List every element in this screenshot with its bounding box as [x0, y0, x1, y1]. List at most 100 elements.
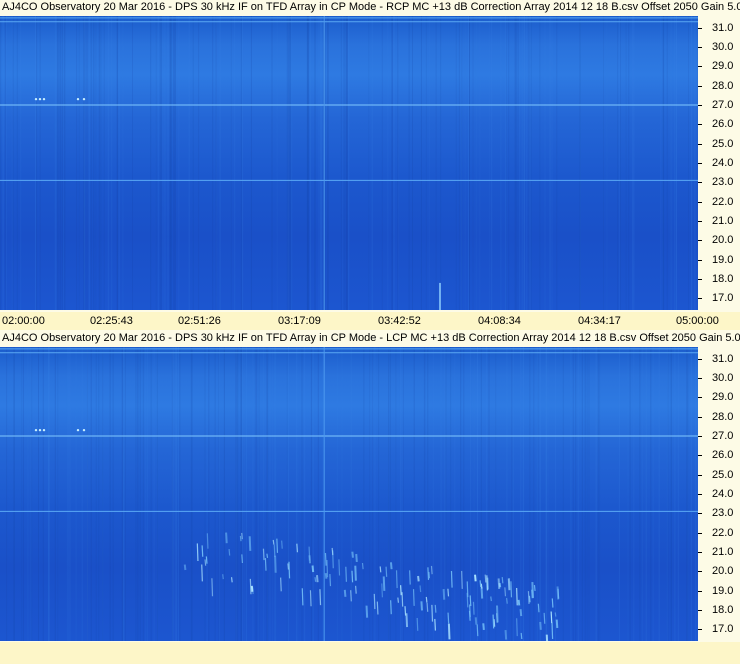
burst-streak [405, 613, 409, 628]
noise-column [237, 347, 239, 641]
noise-column [427, 347, 429, 641]
burst-streak [225, 532, 228, 544]
noise-column [124, 347, 126, 641]
noise-column [87, 347, 88, 641]
noise-column [95, 16, 97, 310]
burst-streak [425, 596, 428, 603]
noise-column [102, 347, 104, 641]
noise-column [658, 347, 660, 641]
burst-streak [324, 552, 327, 566]
noise-column [343, 16, 345, 310]
burst-streak [416, 617, 419, 631]
burst-streak [461, 570, 463, 589]
noise-column [288, 16, 289, 310]
burst-streak [554, 612, 557, 617]
burst-streak [543, 612, 546, 624]
noise-column [64, 16, 66, 310]
noise-column [140, 347, 141, 641]
noise-column [98, 16, 100, 310]
noise-column [48, 347, 50, 641]
noise-column [242, 347, 244, 641]
noise-column [122, 16, 124, 310]
noise-column [212, 16, 214, 310]
noise-column [617, 16, 619, 310]
y-tick-mark [698, 435, 702, 437]
noise-column [518, 16, 520, 310]
noise-column [475, 16, 477, 310]
noise-column [674, 16, 676, 310]
burst-streak [287, 563, 290, 570]
noise-column [57, 16, 59, 310]
noise-column [158, 16, 160, 310]
noise-column [214, 347, 216, 641]
burst-streak [504, 629, 508, 640]
burst-streak [248, 536, 252, 551]
burst-streak [373, 593, 376, 610]
burst-streak [519, 609, 523, 617]
noise-column [122, 347, 124, 641]
noise-column [132, 16, 133, 310]
burst-streak [288, 561, 291, 579]
burst-streak [497, 578, 501, 590]
noise-column [530, 16, 532, 310]
noise-column [371, 16, 373, 310]
y-tick-mark [698, 455, 702, 457]
spectrogram-plot [0, 16, 698, 310]
burst-streak [496, 605, 499, 623]
burst-streak [419, 585, 422, 593]
noise-column [135, 347, 137, 641]
burst-streak [490, 596, 492, 602]
burst-streak [531, 581, 534, 598]
burst-streak [343, 589, 347, 597]
spectrogram-panel-lcp: AJ4CO Observatory 20 Mar 2016 - DPS 30 k… [0, 331, 740, 642]
signal-dot [42, 428, 46, 432]
noise-column [632, 16, 634, 310]
noise-column [694, 16, 696, 310]
y-tick-label: 24.0 [712, 157, 734, 169]
noise-column [6, 347, 8, 641]
noise-column [176, 347, 177, 641]
noise-column [165, 16, 167, 310]
burst-streak [205, 556, 208, 564]
y-tick-label: 26.0 [712, 118, 734, 131]
noise-column [368, 16, 370, 310]
noise-column [116, 16, 118, 310]
noise-column [60, 16, 62, 310]
noise-column [146, 347, 148, 641]
bottom-bar [0, 642, 740, 664]
y-tick-label: 22.0 [712, 526, 734, 539]
signal-dot [42, 97, 46, 101]
noise-column [428, 16, 430, 310]
noise-column [500, 16, 502, 310]
noise-column [641, 347, 643, 641]
burst-streak [516, 618, 518, 637]
noise-column [468, 16, 469, 310]
noise-column [54, 347, 56, 641]
noise-column [584, 347, 586, 641]
burst-streak [301, 588, 304, 606]
burst-streak [355, 585, 357, 594]
noise-column [440, 347, 442, 641]
noise-column [90, 347, 92, 641]
burst-streak [280, 577, 282, 592]
y-tick-label: 29.0 [712, 60, 734, 73]
signal-dot [82, 428, 86, 432]
noise-column [341, 347, 343, 641]
noise-column [271, 16, 273, 310]
y-tick-label: 20.0 [712, 565, 734, 578]
x-tick-label: 05:00:00 [676, 315, 719, 327]
y-tick-label: 27.0 [712, 429, 734, 442]
noise-column [297, 347, 299, 641]
noise-column [66, 347, 68, 641]
noise-column [304, 347, 306, 641]
x-tick-label: 02:51:26 [178, 315, 221, 327]
noise-column [450, 347, 452, 641]
burst-streak [556, 586, 560, 600]
burst-streak [431, 604, 434, 622]
spectrogram-features [0, 347, 698, 641]
burst-streak [241, 554, 244, 564]
noise-column [488, 347, 490, 641]
burst-streak [272, 539, 275, 545]
y-tick-mark [698, 377, 702, 379]
y-tick-mark [698, 571, 702, 573]
